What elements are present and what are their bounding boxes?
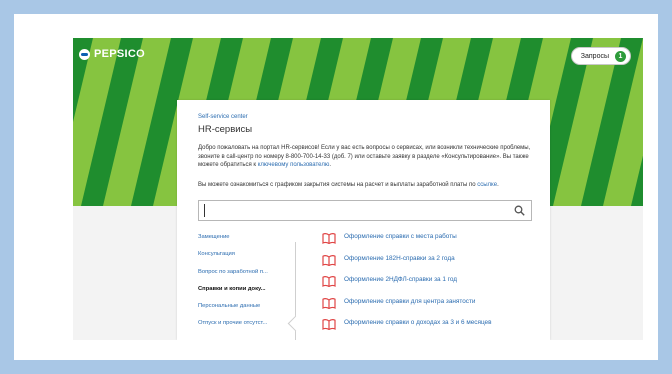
document-item[interactable]: Оформление справки для центра занятости <box>322 297 547 319</box>
hr-services-card: Self-service center HR-сервисы Добро пож… <box>177 100 550 340</box>
category-item[interactable]: Консультация <box>198 251 293 268</box>
document-item[interactable]: Оформление справки о доходах за 3 и 6 ме… <box>322 318 547 340</box>
document-label: Оформление справки с места работы <box>344 233 457 240</box>
schedule-link[interactable]: ссылке <box>477 182 497 188</box>
category-item[interactable]: Отпуск и прочие отсутст... <box>198 320 293 337</box>
category-item[interactable]: Персональные данные <box>198 303 293 320</box>
page-title: HR-сервисы <box>198 124 253 135</box>
search-input[interactable] <box>198 200 532 221</box>
requests-label: Запросы <box>580 52 609 60</box>
book-icon <box>322 297 336 309</box>
category-item[interactable]: Замещение <box>198 234 293 251</box>
key-user-link[interactable]: ключевому пользователю <box>258 162 330 168</box>
breadcrumb-self-service[interactable]: Self-service center <box>198 114 248 120</box>
book-icon <box>322 233 336 244</box>
document-item[interactable]: Оформление 182Н-справки за 2 года <box>322 254 547 276</box>
category-item-active[interactable]: Справки и копии доку... <box>198 286 293 303</box>
schedule-end: . <box>497 182 499 188</box>
logo-text: PEPSICO <box>94 48 146 60</box>
schedule-body: Вы можете ознакомиться с графиком закрыт… <box>198 182 476 188</box>
book-icon <box>322 254 336 266</box>
book-icon <box>322 276 336 288</box>
requests-button[interactable]: Запросы 1 <box>570 47 631 65</box>
document-label: Оформление справки для центра занятости <box>344 297 476 305</box>
document-label: Оформление 182Н-справки за 2 года <box>344 254 455 262</box>
text-cursor <box>204 204 205 217</box>
document-item[interactable]: Оформление 2НДФЛ-справки за 1 год <box>322 275 547 297</box>
pepsico-logo[interactable]: PEPSICO <box>79 48 145 60</box>
book-icon <box>322 319 336 331</box>
portal-page: PEPSICO Запросы 1 Self-service center HR… <box>73 38 643 340</box>
category-item[interactable]: Вопрос по заработной п... <box>198 269 293 286</box>
pepsi-globe-icon <box>79 48 90 60</box>
requests-count-badge: 1 <box>615 50 626 62</box>
document-label: Оформление справки о доходах за 3 и 6 ме… <box>344 319 492 327</box>
intro-body: Добро пожаловать на портал HR-сервисов! … <box>198 145 531 168</box>
search-icon[interactable] <box>514 205 525 216</box>
browser-viewport: PEPSICO Запросы 1 Self-service center HR… <box>14 14 658 360</box>
intro-text: Добро пожаловать на портал HR-сервисов! … <box>198 144 536 170</box>
document-label: Оформление 2НДФЛ-справки за 1 год <box>344 276 457 284</box>
category-list: Замещение Консультация Вопрос по заработ… <box>198 234 293 338</box>
intro-end: . <box>329 162 331 168</box>
schedule-text: Вы можете ознакомиться с графиком закрыт… <box>198 182 536 188</box>
document-list: Оформление справки с места работы Оформл… <box>322 232 547 340</box>
document-item[interactable]: Оформление справки с места работы <box>322 232 547 254</box>
